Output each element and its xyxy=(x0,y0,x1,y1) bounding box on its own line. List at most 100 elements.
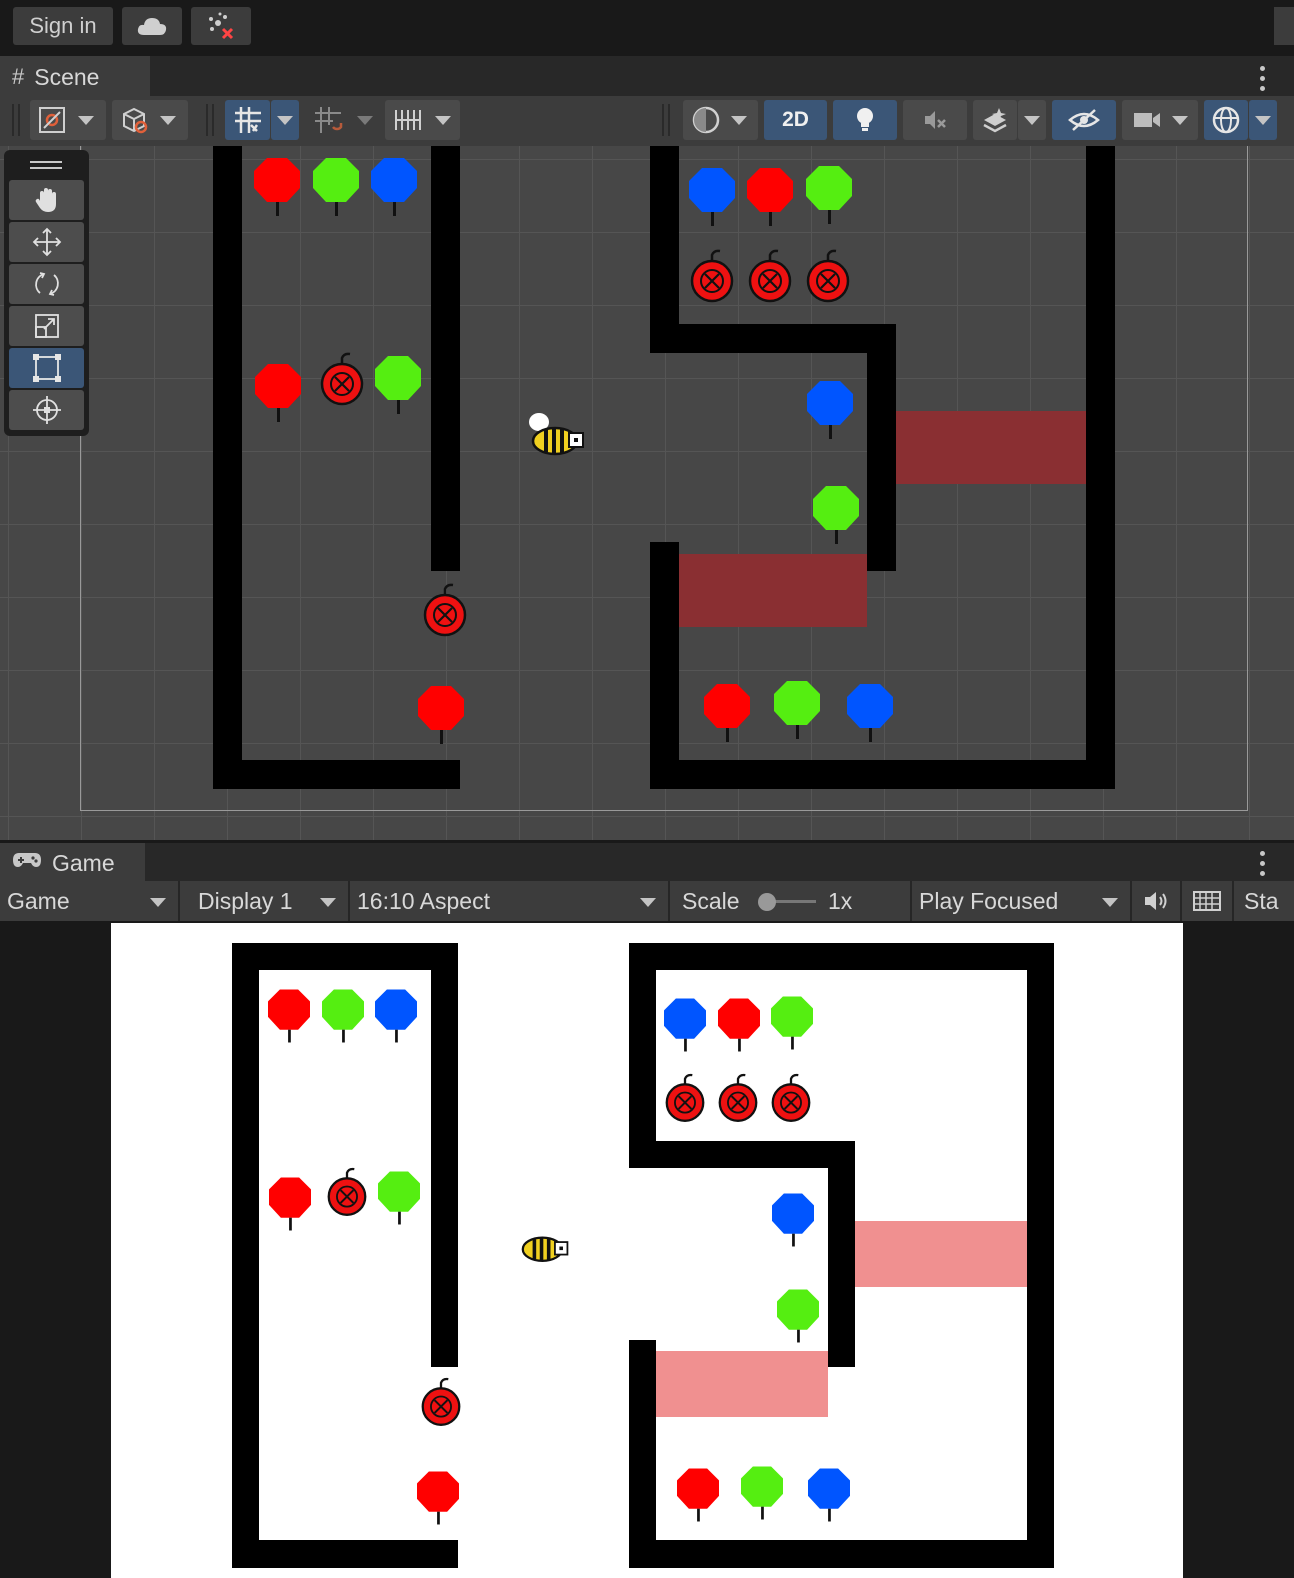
draw-mode-icon xyxy=(39,107,65,133)
sign-in-label: Sign in xyxy=(29,13,97,38)
bomb xyxy=(770,1073,812,1123)
bomb[interactable] xyxy=(747,249,793,303)
rotate-tool-button[interactable] xyxy=(9,264,84,304)
bomb xyxy=(420,1377,462,1427)
bomb xyxy=(717,1073,759,1123)
move-tool-button[interactable] xyxy=(9,222,84,262)
balloon-blue[interactable] xyxy=(807,381,853,439)
balloon-red[interactable] xyxy=(704,684,750,742)
hazard-zone[interactable] xyxy=(896,411,1086,484)
balloon-red[interactable] xyxy=(255,364,301,422)
grid-snapping-dropdown[interactable] xyxy=(271,100,299,140)
wall[interactable] xyxy=(650,760,1115,789)
wall xyxy=(232,1540,458,1568)
game-viewport[interactable] xyxy=(0,921,1294,1578)
toolbar-grip xyxy=(18,104,20,136)
grid-snapping-button[interactable] xyxy=(225,100,270,140)
wall xyxy=(629,1340,656,1568)
toolbar-separator xyxy=(662,104,664,136)
overlay-grip-icon[interactable] xyxy=(30,161,62,173)
shading-mode-dropdown[interactable] xyxy=(112,100,188,140)
wall[interactable] xyxy=(431,146,460,571)
balloon-red xyxy=(718,998,760,1052)
transform-tool-button[interactable] xyxy=(9,390,84,430)
balloon-green[interactable] xyxy=(313,158,359,216)
account-button[interactable] xyxy=(1274,7,1294,45)
aspect-select[interactable]: 16:10 Aspect xyxy=(350,881,670,921)
wall xyxy=(232,943,458,970)
wall[interactable] xyxy=(867,324,896,571)
scale-slider-handle[interactable] xyxy=(758,893,776,911)
mute-audio-button[interactable] xyxy=(1132,881,1182,921)
wall[interactable] xyxy=(1086,146,1115,789)
grid-visibility-dropdown[interactable] xyxy=(385,100,460,140)
play-mode-select[interactable]: Play Focused xyxy=(912,881,1132,921)
wall[interactable] xyxy=(650,146,679,353)
toolbar-separator xyxy=(206,104,208,136)
scale-tool-button[interactable] xyxy=(9,306,84,346)
game-menu-icon[interactable] xyxy=(1260,851,1266,876)
stats-button[interactable]: Sta xyxy=(1234,881,1294,921)
cloud-button[interactable] xyxy=(122,7,182,45)
balloon-green xyxy=(378,1171,420,1225)
top-toolbar: Sign in xyxy=(0,0,1294,56)
wall[interactable] xyxy=(650,542,679,789)
scene-effects-button[interactable] xyxy=(973,100,1017,140)
balloon-green xyxy=(741,1466,783,1520)
tab-game[interactable]: Game xyxy=(0,843,145,881)
hazard-zone[interactable] xyxy=(679,554,867,627)
bomb[interactable] xyxy=(805,249,851,303)
toolbar-separator xyxy=(212,104,214,136)
scene-effects-dropdown[interactable] xyxy=(1018,100,1046,140)
shortcuts-button[interactable] xyxy=(1182,881,1234,921)
hand-tool-button[interactable] xyxy=(9,180,84,220)
scene-visibility-button[interactable] xyxy=(1052,100,1116,140)
gizmos-dropdown[interactable] xyxy=(1249,100,1277,140)
wall[interactable] xyxy=(213,146,242,789)
game-view-select-value: Game xyxy=(7,887,70,914)
display-select[interactable]: Display 1 xyxy=(180,881,350,921)
scene-viewport[interactable] xyxy=(0,146,1294,840)
balloon-blue[interactable] xyxy=(689,168,735,226)
tab-scene[interactable]: # Scene xyxy=(0,56,150,96)
scene-menu-icon[interactable] xyxy=(1260,66,1266,91)
render-mode-dropdown[interactable] xyxy=(683,100,758,140)
balloon-blue[interactable] xyxy=(847,684,893,742)
bomb[interactable] xyxy=(319,352,365,406)
wall xyxy=(629,943,656,1168)
balloon-green[interactable] xyxy=(813,486,859,544)
grid-hash-icon: # xyxy=(12,64,25,89)
scene-lighting-button[interactable] xyxy=(833,100,897,140)
gizmos-button[interactable] xyxy=(1204,100,1248,140)
balloon-red[interactable] xyxy=(747,168,793,226)
draw-mode-dropdown[interactable] xyxy=(30,100,106,140)
transform-icon xyxy=(32,396,61,424)
balloon-green[interactable] xyxy=(806,166,852,224)
rect-tool-button[interactable] xyxy=(9,348,84,388)
wall[interactable] xyxy=(213,760,460,789)
toggle-2d-button[interactable]: 2D xyxy=(764,100,827,140)
bomb[interactable] xyxy=(689,249,735,303)
balloon-red[interactable] xyxy=(418,686,464,744)
stats-label: Sta xyxy=(1244,887,1279,914)
cube-icon xyxy=(123,107,148,134)
increment-snap-dropdown[interactable] xyxy=(351,100,379,140)
keyboard-icon xyxy=(1193,891,1221,911)
balloon-red[interactable] xyxy=(254,158,300,216)
game-view-select[interactable]: Game xyxy=(0,881,180,921)
balloon-blue xyxy=(664,998,706,1052)
scene-camera-dropdown[interactable] xyxy=(1122,100,1198,140)
balloon-green[interactable] xyxy=(375,356,421,414)
wall[interactable] xyxy=(650,324,896,353)
collab-button[interactable] xyxy=(191,7,251,45)
bomb[interactable] xyxy=(422,583,468,637)
lightbulb-icon xyxy=(857,108,873,131)
scene-audio-button[interactable] xyxy=(903,100,967,140)
bee-player[interactable] xyxy=(525,408,587,460)
balloon-blue[interactable] xyxy=(371,158,417,216)
game-render-canvas[interactable] xyxy=(111,923,1183,1578)
balloon-blue xyxy=(772,1193,814,1247)
sign-in-button[interactable]: Sign in xyxy=(13,7,113,45)
balloon-green[interactable] xyxy=(774,681,820,739)
increment-snap-button[interactable] xyxy=(305,100,350,140)
